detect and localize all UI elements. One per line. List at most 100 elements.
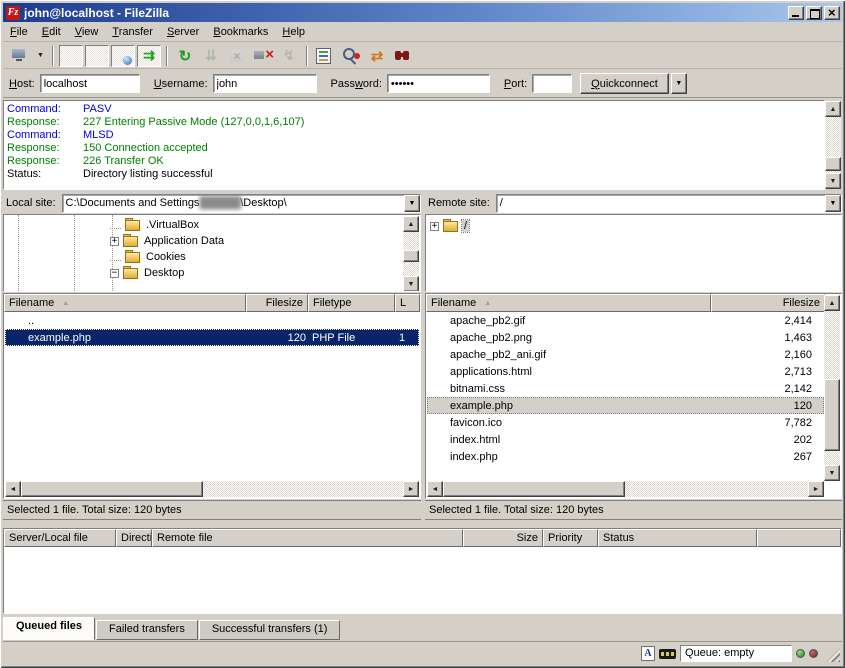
title-bar[interactable]: Fz john@localhost - FileZilla (3, 3, 842, 22)
tree-item[interactable]: + Application Data (4, 233, 420, 249)
file-row[interactable]: index.html 202 (427, 431, 824, 448)
file-row[interactable]: applications.html 2,713 (427, 363, 824, 380)
find-icon[interactable] (391, 45, 415, 67)
scrollbar-thumb[interactable] (825, 157, 841, 171)
file-row[interactable]: apache_pb2_ani.gif 2,160 (427, 346, 824, 363)
column-header-priority[interactable]: Priority (543, 529, 598, 547)
file-row[interactable]: example.php 120 PHP File 1 (5, 329, 419, 346)
scroll-down-icon[interactable]: ▼ (825, 173, 841, 189)
quickconnect-button[interactable]: Quickconnect (580, 73, 669, 94)
scroll-right-icon[interactable]: ► (808, 481, 824, 497)
username-input[interactable] (213, 74, 317, 93)
toggle-local-tree-icon[interactable] (85, 45, 109, 67)
tree-expander-icon[interactable]: + (430, 222, 439, 231)
tree-item[interactable]: + / (426, 218, 841, 234)
menu-item[interactable]: View (68, 24, 106, 40)
reconnect-icon[interactable] (277, 45, 301, 67)
tree-item[interactable]: .VirtualBox (4, 217, 420, 233)
file-icon (430, 348, 447, 362)
port-label: Port: (504, 78, 527, 90)
column-header-size[interactable]: Size (463, 529, 543, 547)
quickconnect-dropdown-icon[interactable]: ▼ (671, 73, 687, 94)
remote-site-combobox[interactable]: / ▼ (496, 194, 842, 213)
transfer-type-ascii-icon: A (641, 646, 655, 661)
refresh-icon[interactable] (173, 45, 197, 67)
combo-dropdown-icon[interactable]: ▼ (825, 195, 841, 212)
file-row[interactable]: .. (5, 312, 419, 329)
scrollbar-thumb[interactable] (443, 481, 625, 497)
combo-dropdown-icon[interactable]: ▼ (404, 195, 420, 212)
close-icon[interactable] (824, 6, 840, 20)
host-input[interactable] (40, 74, 140, 93)
column-header-filename[interactable]: Filename▲ (4, 294, 246, 312)
menu-item[interactable]: File (3, 24, 35, 40)
column-header-direction[interactable]: Directi... (116, 529, 152, 547)
toggle-remote-tree-icon[interactable] (111, 45, 135, 67)
log-scrollbar[interactable]: ▲ ▼ (825, 101, 841, 189)
minimize-icon[interactable] (788, 6, 804, 20)
scroll-up-icon[interactable]: ▲ (403, 216, 419, 232)
file-row[interactable]: bitnami.css 2,142 (427, 380, 824, 397)
tree-expander-icon[interactable] (110, 221, 121, 229)
scrollbar-thumb[interactable] (403, 250, 419, 262)
local-tree-scrollbar[interactable]: ▲ ▼ (403, 216, 419, 292)
log-line: Command: MLSD (7, 129, 824, 142)
sync-browsing-icon[interactable] (365, 45, 389, 67)
menu-item[interactable]: Transfer (105, 24, 160, 40)
disconnect-icon[interactable] (251, 45, 275, 67)
cancel-icon[interactable] (225, 45, 249, 67)
file-row[interactable]: apache_pb2.png 1,463 (427, 329, 824, 346)
scrollbar-thumb[interactable] (824, 379, 840, 451)
process-queue-icon[interactable] (199, 45, 223, 67)
menu-item[interactable]: Server (160, 24, 206, 40)
column-header-lastmodified[interactable]: L (395, 294, 420, 312)
scroll-right-icon[interactable]: ► (403, 481, 419, 497)
resize-grip[interactable] (826, 648, 840, 662)
site-manager-dropdown-icon[interactable] (34, 45, 47, 67)
password-input[interactable] (387, 74, 490, 93)
filter-icon[interactable] (313, 45, 337, 67)
remote-horizontal-scrollbar[interactable]: ◄ ► (427, 481, 824, 497)
column-header-filetype[interactable]: Filetype (308, 294, 395, 312)
tree-expander-icon[interactable]: + (110, 237, 119, 246)
file-row[interactable]: example.php 120 (427, 397, 824, 414)
folder-icon (122, 234, 139, 248)
file-row[interactable]: favicon.ico 7,782 (427, 414, 824, 431)
scroll-left-icon[interactable]: ◄ (427, 481, 443, 497)
scroll-down-icon[interactable]: ▼ (403, 276, 419, 292)
site-manager-icon[interactable] (8, 45, 32, 67)
scrollbar-thumb[interactable] (21, 481, 203, 497)
local-selection-status: Selected 1 file. Total size: 120 bytes (3, 500, 421, 520)
remote-vertical-scrollbar[interactable]: ▲ ▼ (824, 295, 840, 481)
file-row[interactable]: index.php 267 (427, 448, 824, 465)
scroll-down-icon[interactable]: ▼ (824, 465, 840, 481)
scroll-left-icon[interactable]: ◄ (5, 481, 21, 497)
local-horizontal-scrollbar[interactable]: ◄ ► (5, 481, 419, 497)
scroll-up-icon[interactable]: ▲ (824, 295, 840, 311)
compare-icon[interactable] (339, 45, 363, 67)
toggle-transfer-queue-icon[interactable] (137, 45, 161, 67)
local-site-combobox[interactable]: C:\Documents and Settings██████\Desktop\… (62, 194, 421, 213)
queue-tab[interactable]: Queued files (3, 617, 95, 640)
queue-tab[interactable]: Successful transfers (1) (199, 620, 341, 640)
port-input[interactable] (532, 74, 572, 93)
file-row[interactable]: apache_pb2.gif 2,414 (427, 312, 824, 329)
menu-item[interactable]: Help (275, 24, 312, 40)
tree-expander-icon[interactable] (110, 253, 121, 261)
column-header-filesize[interactable]: Filesize (711, 294, 825, 312)
column-header-server-local-file[interactable]: Server/Local file (4, 529, 116, 547)
column-header-remote-file[interactable]: Remote file (152, 529, 463, 547)
menu-item[interactable]: Edit (35, 24, 68, 40)
queue-tab[interactable]: Failed transfers (96, 620, 198, 640)
speed-limit-icon (659, 649, 676, 659)
column-header-status[interactable]: Status (598, 529, 757, 547)
menu-item[interactable]: Bookmarks (206, 24, 275, 40)
column-header-filesize[interactable]: Filesize (246, 294, 308, 312)
scroll-up-icon[interactable]: ▲ (825, 101, 841, 117)
column-header-filename[interactable]: Filename▲ (426, 294, 711, 312)
tree-expander-icon[interactable]: − (110, 269, 119, 278)
toggle-message-log-icon[interactable] (59, 45, 83, 67)
tree-item[interactable]: Cookies (4, 249, 420, 265)
maximize-icon[interactable] (806, 6, 822, 20)
tree-item[interactable]: − Desktop (4, 265, 420, 281)
